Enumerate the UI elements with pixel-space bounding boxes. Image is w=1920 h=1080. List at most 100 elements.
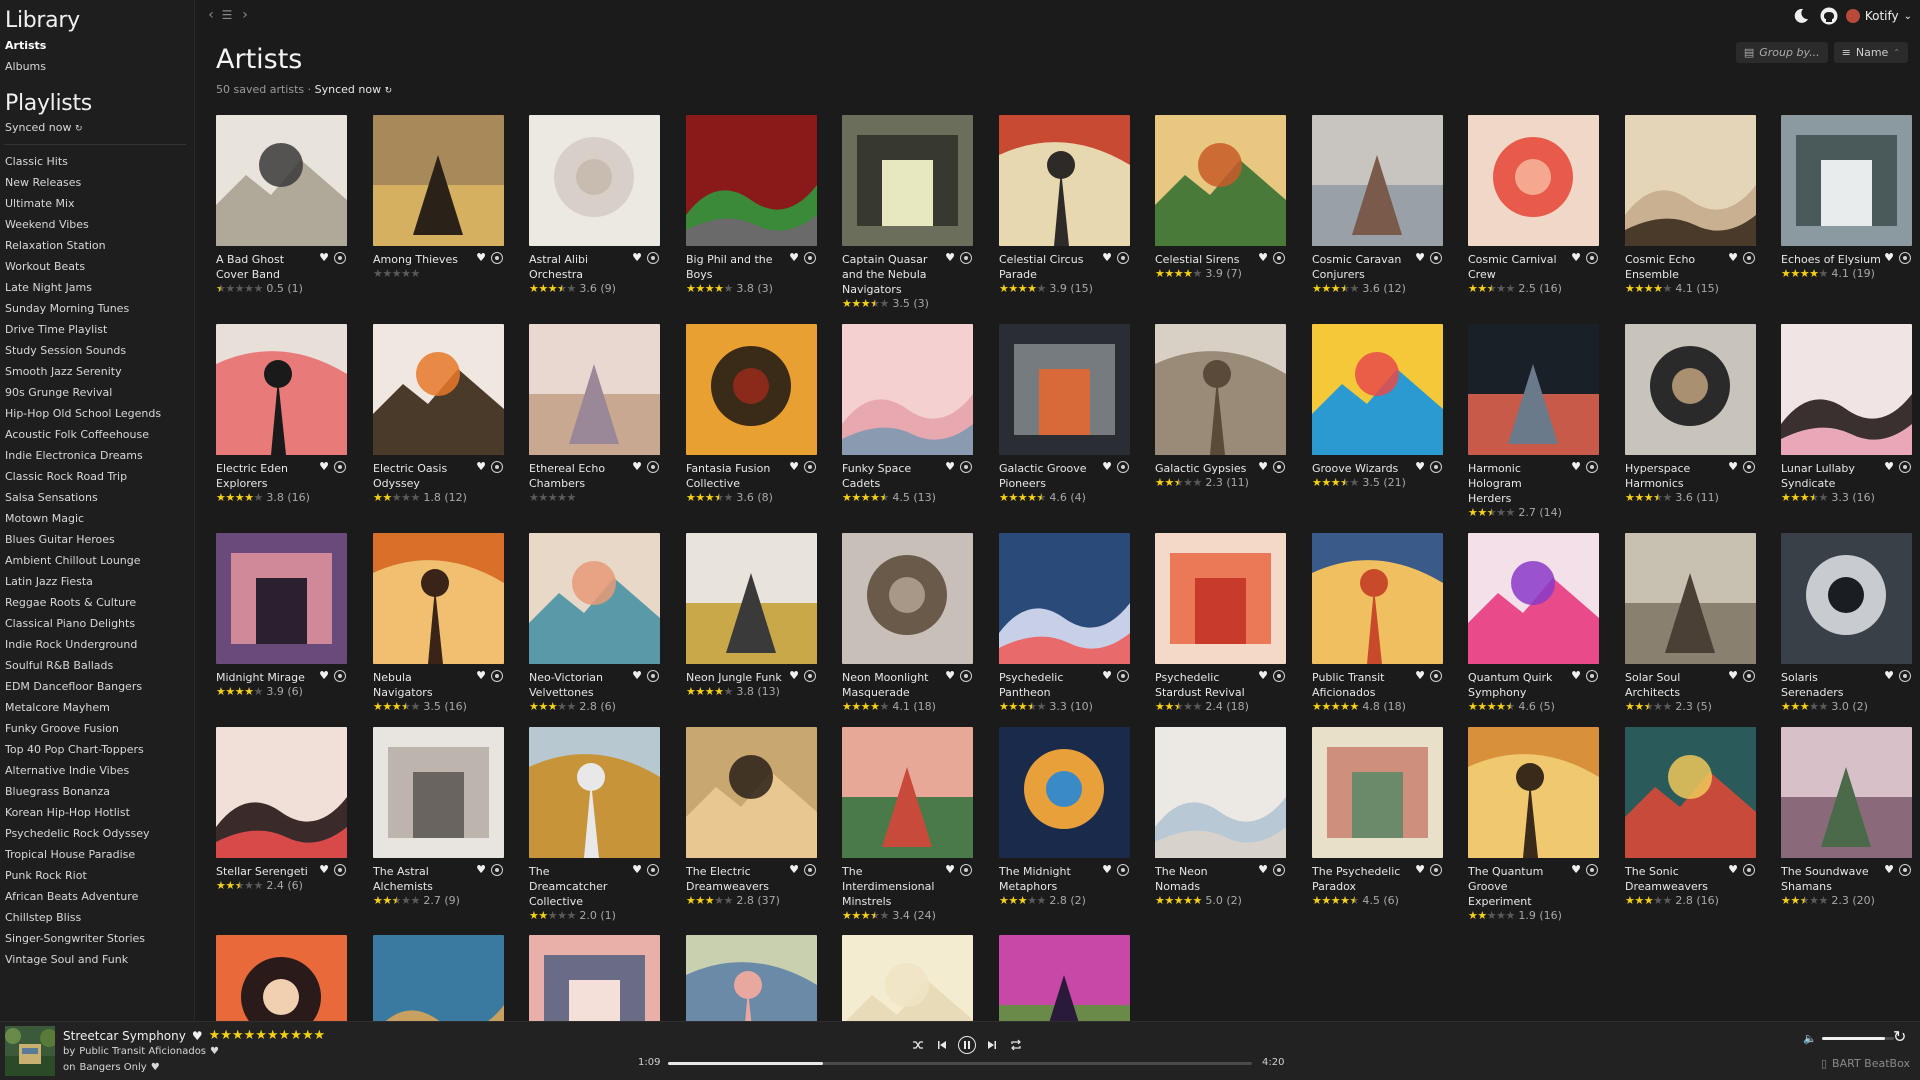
artist-name[interactable]: Solaris Serenaders (1781, 670, 1881, 700)
heart-icon[interactable]: ♥ (475, 864, 487, 876)
artist-rating[interactable]: ★★★★★ 2.8 (37) (686, 894, 817, 908)
artist-card[interactable] (216, 935, 347, 1021)
rating-stars[interactable]: ★★★★★ (842, 491, 889, 504)
sidebar-playlist-item[interactable]: Psychedelic Rock Odyssey (0, 823, 194, 844)
artist-cover[interactable] (529, 324, 660, 455)
artist-name[interactable]: Neon Moonlight Masquerade (842, 670, 942, 700)
artist-name[interactable]: Electric Eden Explorers (216, 461, 316, 491)
artist-name[interactable]: Electric Oasis Odyssey (373, 461, 473, 491)
artist-card[interactable]: Astral Alibi Orchestra ♥ ★★★★★ 3.6 (9) (529, 115, 660, 296)
refresh-icon[interactable]: ↻ (385, 86, 393, 96)
heart-icon[interactable]: ♥ (1727, 461, 1739, 473)
playlists-sync-status[interactable]: Synced now ↻ (0, 118, 194, 140)
artist-card[interactable]: Harmonic Hologram Herders ♥ ★★★★★ 2.7 (14) (1468, 324, 1599, 520)
artist-name[interactable]: Echoes of Elysium (1781, 252, 1881, 267)
rating-stars[interactable]: ★★★★★ (1312, 700, 1359, 713)
rating-stars[interactable]: ★★★★★ (1312, 476, 1359, 489)
more-icon[interactable] (1743, 461, 1755, 473)
artist-cover[interactable] (842, 727, 973, 858)
heart-icon[interactable]: ♥ (318, 461, 330, 473)
rating-stars[interactable]: ★★★★★ (1468, 700, 1515, 713)
more-icon[interactable] (960, 461, 972, 473)
sidebar-playlist-item[interactable]: Funky Groove Fusion (0, 718, 194, 739)
sidebar-playlist-item[interactable]: Indie Rock Underground (0, 634, 194, 655)
rating-stars[interactable]: ★★★★★ (1468, 506, 1515, 519)
artist-card[interactable]: Quantum Quirk Symphony ♥ ★★★★★ 4.6 (5) (1468, 533, 1599, 714)
artist-card[interactable]: The Midnight Metaphors ♥ ★★★★★ 2.8 (2) (999, 727, 1130, 908)
more-icon[interactable] (491, 670, 503, 682)
artist-name[interactable]: Astral Alibi Orchestra (529, 252, 629, 282)
sidebar-playlist-item[interactable]: Vintage Soul and Funk (0, 949, 194, 970)
artist-name[interactable]: Public Transit Aficionados (1312, 670, 1412, 700)
artist-card[interactable]: Galactic Groove Pioneers ♥ ★★★★★ 4.6 (4) (999, 324, 1130, 505)
heart-icon[interactable]: ♥ (1414, 252, 1426, 264)
artist-card[interactable]: Among Thieves ♥ ★★★★★ (373, 115, 504, 281)
heart-icon[interactable]: ♥ (151, 1062, 160, 1073)
artist-name[interactable]: Neon Jungle Funk (686, 670, 786, 685)
sidebar-playlist-item[interactable]: Blues Guitar Heroes (0, 529, 194, 550)
heart-icon[interactable]: ♥ (1570, 864, 1582, 876)
rating-stars[interactable]: ★★★★★ (842, 909, 889, 922)
group-by-button[interactable]: ▤ Group by... (1735, 42, 1828, 63)
artist-cover[interactable] (216, 533, 347, 664)
artist-rating[interactable]: ★★★★★ 2.5 (16) (1468, 282, 1599, 296)
artist-cover[interactable] (529, 935, 660, 1021)
artist-name[interactable]: Nebula Navigators (373, 670, 473, 700)
more-icon[interactable] (1117, 864, 1129, 876)
heart-icon[interactable]: ♥ (788, 252, 800, 264)
heart-icon[interactable]: ♥ (631, 252, 643, 264)
heart-icon[interactable]: ♥ (631, 864, 643, 876)
heart-icon[interactable]: ♥ (1101, 670, 1113, 682)
artist-card[interactable]: The Neon Nomads ♥ ★★★★★ 5.0 (2) (1155, 727, 1286, 908)
more-icon[interactable] (1117, 670, 1129, 682)
artist-rating[interactable]: ★★★★★ 3.3 (16) (1781, 491, 1912, 505)
rating-stars[interactable]: ★★★★★ (1155, 894, 1202, 907)
artist-rating[interactable]: ★★★★★ (529, 491, 660, 505)
artist-card[interactable] (529, 935, 660, 1021)
sidebar-playlist-item[interactable]: EDM Dancefloor Bangers (0, 676, 194, 697)
more-icon[interactable] (1586, 461, 1598, 473)
artist-cover[interactable] (686, 533, 817, 664)
artist-card[interactable] (373, 935, 504, 1021)
more-icon[interactable] (1430, 461, 1442, 473)
artist-card[interactable]: Solar Soul Architects ♥ ★★★★★ 2.3 (5) (1625, 533, 1756, 714)
back-icon[interactable]: ‹ (203, 6, 219, 24)
artist-name[interactable]: Big Phil and the Boys (686, 252, 786, 282)
heart-icon[interactable]: ♥ (1570, 670, 1582, 682)
artist-rating[interactable]: ★★★★★ 3.5 (16) (373, 700, 504, 714)
heart-icon[interactable]: ♥ (475, 252, 487, 264)
artist-name[interactable]: Ethereal Echo Chambers (529, 461, 629, 491)
shuffle-icon[interactable] (910, 1037, 926, 1053)
heart-icon[interactable]: ♥ (1257, 670, 1269, 682)
more-icon[interactable] (1430, 670, 1442, 682)
artist-cover[interactable] (686, 115, 817, 246)
artist-card[interactable]: Electric Oasis Odyssey ♥ ★★★★★ 1.8 (12) (373, 324, 504, 505)
artist-cover[interactable] (1468, 324, 1599, 455)
heart-icon[interactable]: ♥ (475, 670, 487, 682)
rating-stars[interactable]: ★★★★★ (216, 879, 263, 892)
artist-cover[interactable] (216, 115, 347, 246)
artist-cover[interactable] (216, 935, 347, 1021)
sidebar-playlist-item[interactable]: Motown Magic (0, 508, 194, 529)
sidebar-playlist-item[interactable]: Reggae Roots & Culture (0, 592, 194, 613)
artist-cover[interactable] (842, 115, 973, 246)
artist-card[interactable]: The Electric Dreamweavers ♥ ★★★★★ 2.8 (37) (686, 727, 817, 908)
sidebar-playlist-item[interactable]: Ambient Chillout Lounge (0, 550, 194, 571)
artist-rating[interactable]: ★★★★★ 3.5 (21) (1312, 476, 1443, 490)
artist-card[interactable]: Midnight Mirage ♥ ★★★★★ 3.9 (6) (216, 533, 347, 699)
more-icon[interactable] (1273, 670, 1285, 682)
artist-name[interactable]: The Sonic Dreamweavers (1625, 864, 1725, 894)
more-icon[interactable] (647, 670, 659, 682)
rating-stars[interactable]: ★★★★★ (529, 909, 576, 922)
artist-cover[interactable] (999, 324, 1130, 455)
track-rating[interactable]: ★★★★★★★★★★ (209, 1028, 326, 1043)
previous-icon[interactable] (934, 1037, 950, 1053)
sidebar-playlist-item[interactable]: Top 40 Pop Chart-Toppers (0, 739, 194, 760)
artist-card[interactable]: Neo-Victorian Velvettones ♥ ★★★★★ 2.8 (6) (529, 533, 660, 714)
more-icon[interactable] (1117, 461, 1129, 473)
artist-cover[interactable] (842, 533, 973, 664)
artist-card[interactable]: Funky Space Cadets ♥ ★★★★★ 4.5 (13) (842, 324, 973, 505)
heart-icon[interactable]: ♥ (944, 252, 956, 264)
rating-stars[interactable]: ★★★★★ (686, 894, 733, 907)
artist-card[interactable]: Celestial Circus Parade ♥ ★★★★★ 3.9 (15) (999, 115, 1130, 296)
